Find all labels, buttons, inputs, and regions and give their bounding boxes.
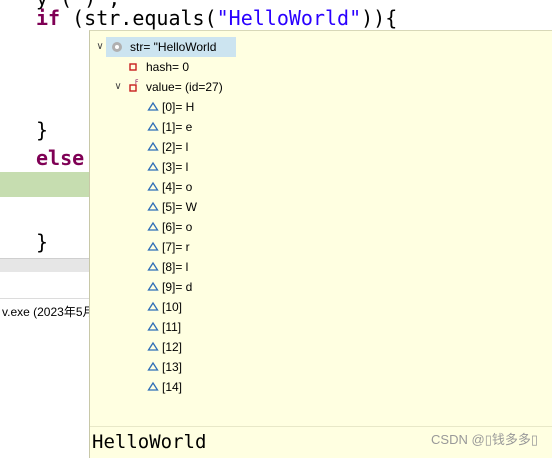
code-line-brace-close: } <box>36 118 49 142</box>
local-variable-icon <box>110 37 124 57</box>
array-element-icon <box>146 137 160 157</box>
array-element-label: [12] <box>162 340 183 354</box>
array-element-label: [6]= o <box>162 220 193 234</box>
tree-item-label: value= (id=27) <box>146 80 223 94</box>
chevron-down-icon[interactable]: ∨ <box>94 37 106 57</box>
final-private-field-icon: F <box>126 77 140 97</box>
array-element-icon <box>146 217 160 237</box>
array-element-icon <box>146 337 160 357</box>
array-element-icon <box>146 357 160 377</box>
array-element-icon <box>146 117 160 137</box>
debug-hover-popup[interactable]: ∨ str= "HelloWorld hash= 0 ∨ F value= (i… <box>89 30 552 458</box>
tree-item-label: hash= 0 <box>146 60 190 74</box>
code-line-if: if (str.equals("HelloWorld")){ <box>36 6 397 30</box>
string-literal: "HelloWorld" <box>216 6 362 30</box>
current-line-highlight <box>0 172 90 197</box>
array-element-icon <box>146 257 160 277</box>
array-element-icon <box>146 197 160 217</box>
array-element-label: [3]= l <box>162 160 189 174</box>
tree-item-str[interactable]: ∨ str= "HelloWorld <box>96 37 236 57</box>
tree-item-label: str= "HelloWorld <box>130 40 217 54</box>
array-element-icon <box>146 277 160 297</box>
keyword-else: else <box>36 146 85 170</box>
chevron-down-icon[interactable]: ∨ <box>112 77 124 97</box>
array-element-label: [8]= l <box>162 260 189 274</box>
detail-value: HelloWorld <box>92 431 207 453</box>
console-process-label: v.exe (2023年5月 <box>2 305 90 319</box>
array-element-icon <box>146 177 160 197</box>
array-element-label: [14] <box>162 380 183 394</box>
keyword-if: if <box>36 6 61 30</box>
array-element-label: [11] <box>162 320 182 334</box>
array-element-icon <box>146 237 160 257</box>
array-element-label: [0]= H <box>162 100 195 114</box>
array-element-label: [2]= l <box>162 140 189 154</box>
array-element-icon <box>146 377 160 397</box>
array-element-icon <box>146 297 160 317</box>
code-text: (str.equals( <box>60 6 217 30</box>
array-element-label: [7]= r <box>162 240 190 254</box>
array-element-icon <box>146 157 160 177</box>
array-element-label: [9]= d <box>162 280 193 294</box>
watermark: CSDN @▯钱多多▯ <box>431 432 538 447</box>
array-element-label: [13] <box>162 360 183 374</box>
array-element-icon <box>146 317 160 337</box>
console-header <box>0 272 90 299</box>
svg-text:F: F <box>135 79 139 86</box>
array-element-label: [10] <box>162 300 183 314</box>
array-element-label: [1]= e <box>162 120 193 134</box>
array-element-icon <box>146 97 160 117</box>
code-line-brace-close-2: } <box>36 230 49 254</box>
array-element-label: [4]= o <box>162 180 193 194</box>
code-text-end: )){ <box>361 6 398 30</box>
array-element-label: [5]= W <box>162 200 198 214</box>
private-field-icon <box>126 57 140 77</box>
